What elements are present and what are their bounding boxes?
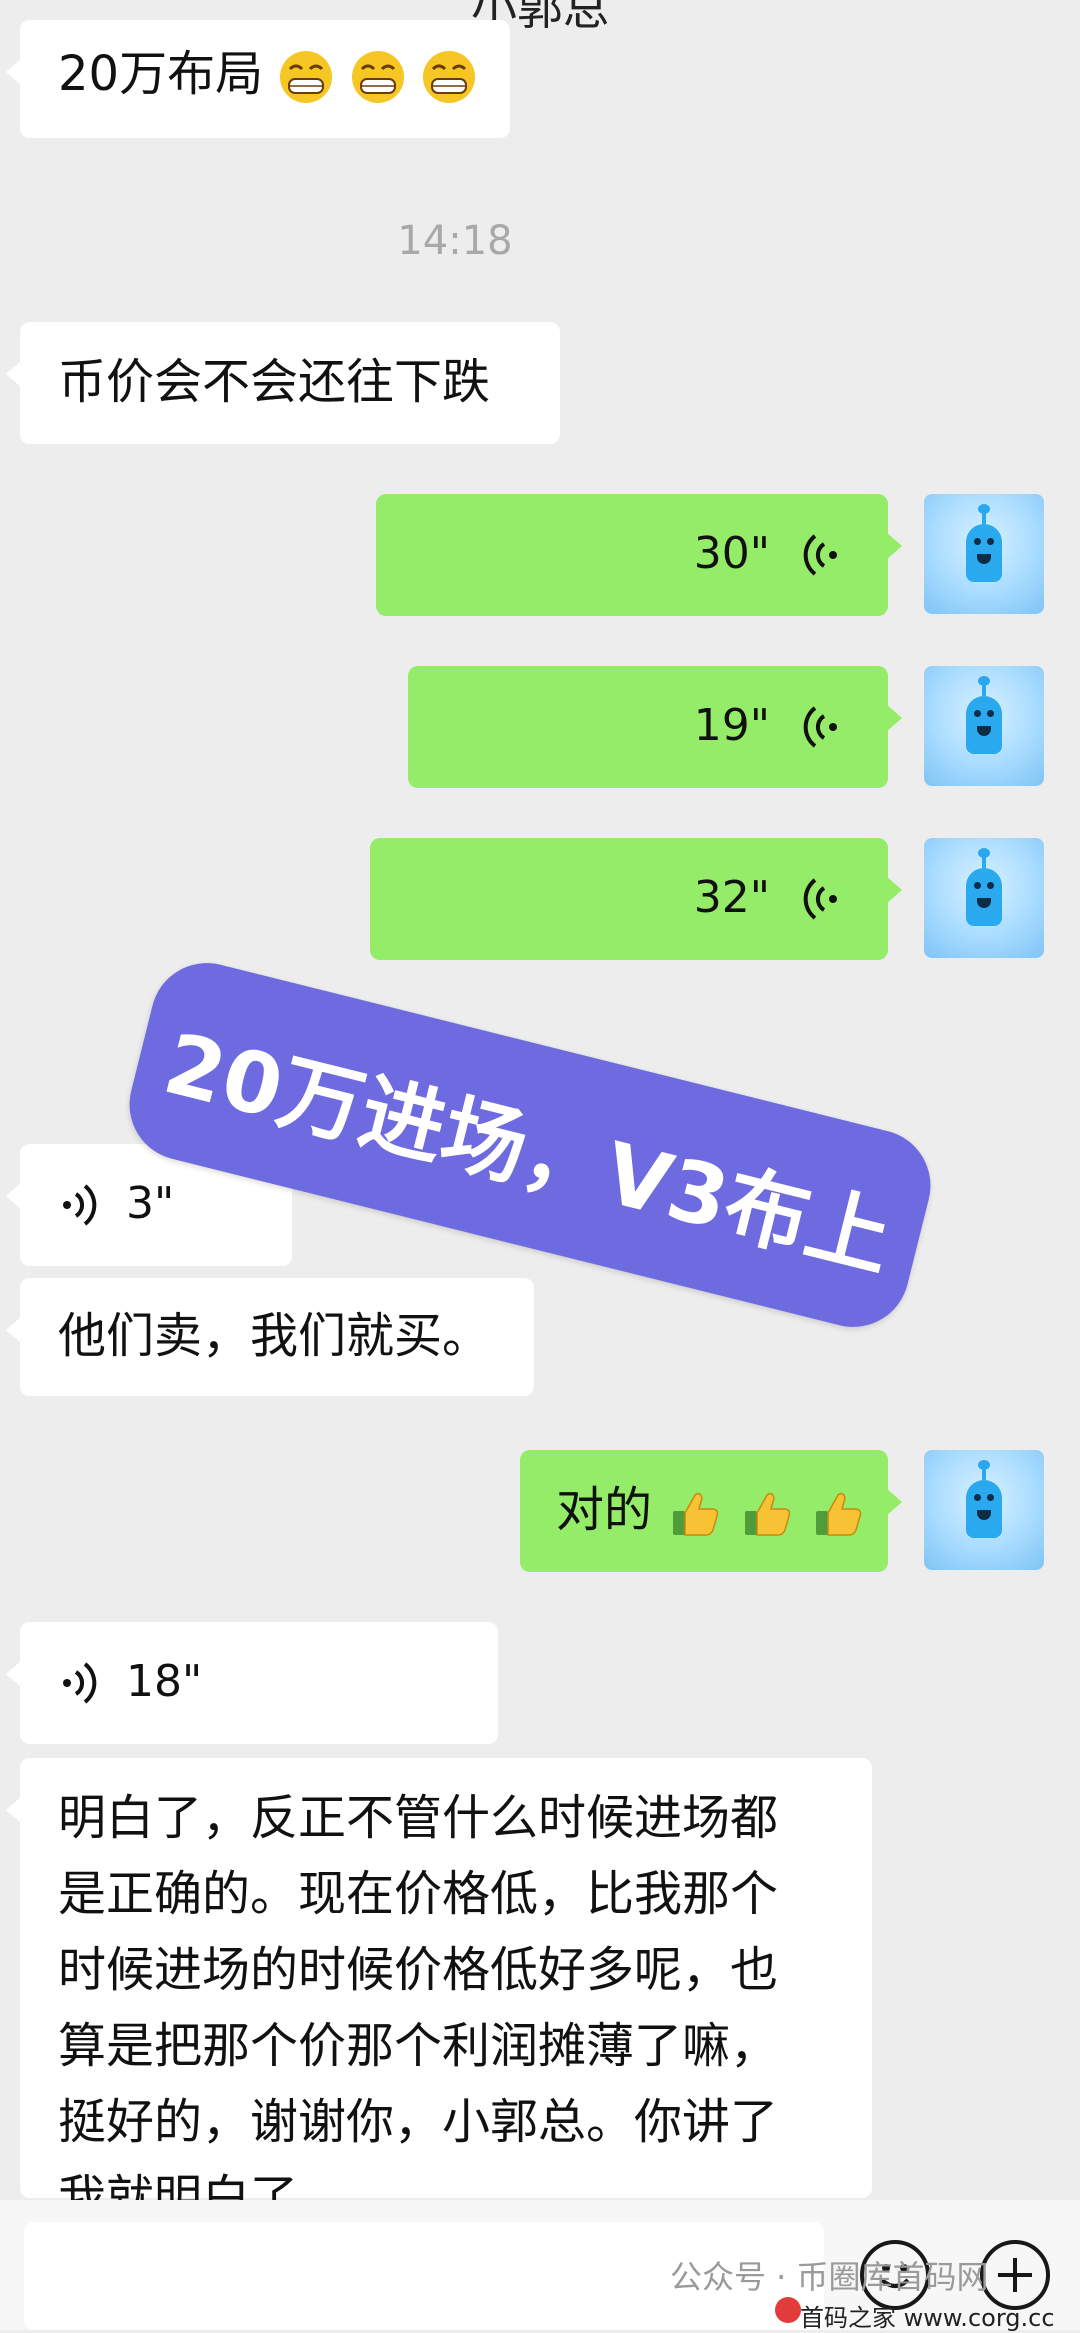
grin-emoji (421, 46, 477, 103)
message-text: 币价会不会还往下跌 (58, 354, 491, 410)
timestamp: 14:18 (397, 218, 513, 264)
voice-wave-icon (803, 534, 837, 576)
user-avatar[interactable] (924, 1450, 1044, 1570)
grin-emoji (278, 46, 349, 103)
user-avatar[interactable] (924, 666, 1044, 786)
message-bubble-outgoing[interactable]: 对的 (520, 1450, 902, 1572)
monster-avatar-icon (966, 848, 1002, 926)
message-text: 20万布局 (58, 46, 264, 102)
monster-avatar-icon (966, 676, 1002, 754)
voice-duration: 19" (693, 700, 770, 751)
message-text: 对的 (556, 1482, 653, 1538)
watermark-site: 首码之家 www.corg.cc (800, 2304, 1055, 2332)
message-bubble-incoming[interactable]: 20万布局 (6, 20, 510, 138)
monster-avatar-icon (966, 1460, 1002, 1538)
voice-message-outgoing[interactable]: 32" (370, 838, 902, 960)
message-bubble-incoming[interactable]: 他们卖，我们就买。 (6, 1278, 534, 1396)
voice-message-outgoing[interactable]: 30" (376, 494, 902, 616)
monster-avatar-icon (966, 504, 1002, 582)
thumbs-up-emoji (739, 1482, 810, 1538)
voice-message-outgoing[interactable]: 19" (408, 666, 902, 788)
voice-duration: 30" (693, 528, 770, 579)
voice-wave-icon (63, 1184, 97, 1226)
user-avatar[interactable] (924, 838, 1044, 958)
voice-wave-icon (63, 1662, 97, 1704)
message-text: 他们卖，我们就买。 (58, 1308, 491, 1364)
message-bubble-incoming[interactable]: 明白了，反正不管什么时候进场都 是正确的。现在价格低，比我那个 时候进场的时候价… (6, 1758, 872, 2226)
grin-emoji (350, 46, 421, 103)
message-bubble-incoming[interactable]: 币价会不会还往下跌 (6, 322, 560, 444)
watermark-logo-icon (775, 2297, 801, 2323)
voice-duration: 3" (126, 1178, 175, 1229)
voice-duration: 32" (693, 872, 770, 923)
voice-wave-icon (803, 706, 837, 748)
voice-message-incoming[interactable]: 18" (6, 1622, 498, 1744)
watermark-text: 公众号 · 币圈库首码网 (670, 2258, 989, 2296)
thumbs-up-emoji (810, 1482, 866, 1538)
thumbs-up-emoji (667, 1482, 738, 1538)
message-text: 明白了，反正不管什么时候进场都 是正确的。现在价格低，比我那个 时候进场的时候价… (58, 1790, 779, 2226)
voice-wave-icon (803, 878, 837, 920)
voice-duration: 18" (126, 1656, 203, 1707)
user-avatar[interactable] (924, 494, 1044, 614)
